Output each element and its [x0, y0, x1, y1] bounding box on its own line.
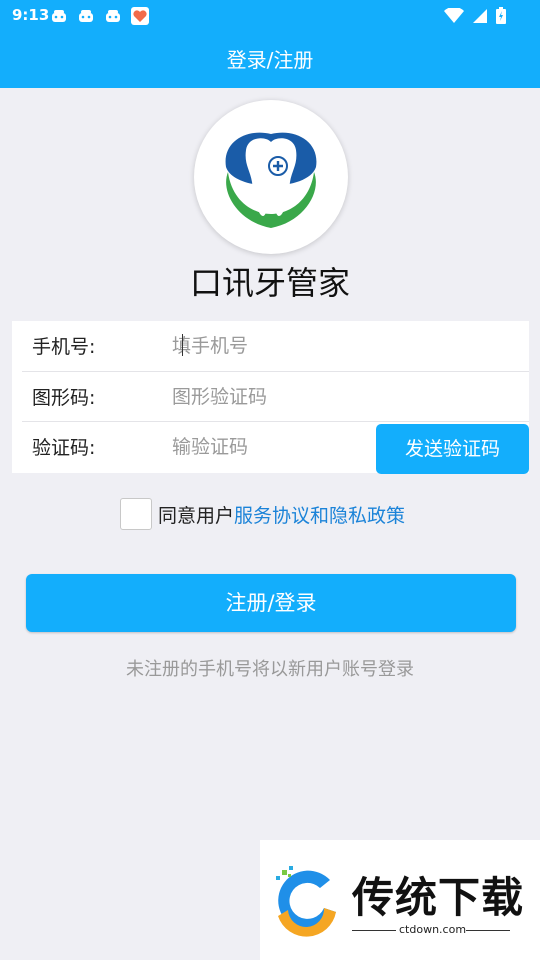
app-name: 口讯牙管家 — [189, 264, 350, 302]
status-bar: 9:13 — [0, 0, 540, 32]
app-logo — [194, 100, 348, 254]
android-notification-icon — [106, 10, 120, 22]
app-bar: 登录/注册 — [0, 32, 540, 88]
watermark-url: ctdown.com — [399, 923, 467, 936]
notification-icons — [50, 7, 149, 25]
send-code-button[interactable]: 发送验证码 — [376, 424, 529, 474]
captcha-input[interactable] — [172, 381, 372, 413]
site-logo-icon — [276, 866, 336, 937]
captcha-label: 图形码: — [32, 387, 96, 409]
tooth-logo-icon — [225, 132, 317, 228]
watermark-title: 传统下载 — [352, 873, 525, 922]
signal-icon — [473, 8, 487, 23]
battery-icon — [496, 7, 506, 24]
sms-code-input[interactable] — [172, 431, 352, 463]
phone-input[interactable] — [172, 330, 372, 362]
divider — [352, 930, 396, 931]
phone-row: 手机号: — [22, 321, 529, 371]
watermark: 传统下载 ctdown.com — [260, 840, 540, 960]
android-notification-icon — [52, 10, 66, 22]
health-app-icon — [131, 7, 149, 25]
text-cursor — [182, 334, 183, 356]
sms-row: 验证码: 发送验证码 — [22, 422, 529, 474]
wifi-icon — [444, 7, 464, 23]
captcha-row: 图形码: — [22, 372, 529, 422]
page-title: 登录/注册 — [226, 48, 314, 72]
agreement-text: 同意用户服务协议和隐私政策 — [158, 501, 405, 528]
login-form: 手机号: 图形码: 验证码: 发送验证码 — [12, 321, 529, 474]
agreement-prefix: 同意用户 — [158, 505, 235, 527]
system-icons — [444, 7, 506, 24]
register-login-button[interactable]: 注册/登录 — [26, 574, 516, 632]
divider — [466, 930, 510, 931]
agree-checkbox[interactable] — [120, 498, 152, 530]
login-hint: 未注册的手机号将以新用户账号登录 — [126, 659, 414, 680]
terms-link[interactable]: 服务协议和隐私政策 — [234, 505, 405, 527]
sms-label: 验证码: — [32, 437, 96, 459]
status-time: 9:13 — [12, 6, 50, 24]
android-notification-icon — [79, 10, 93, 22]
phone-label: 手机号: — [32, 336, 96, 358]
